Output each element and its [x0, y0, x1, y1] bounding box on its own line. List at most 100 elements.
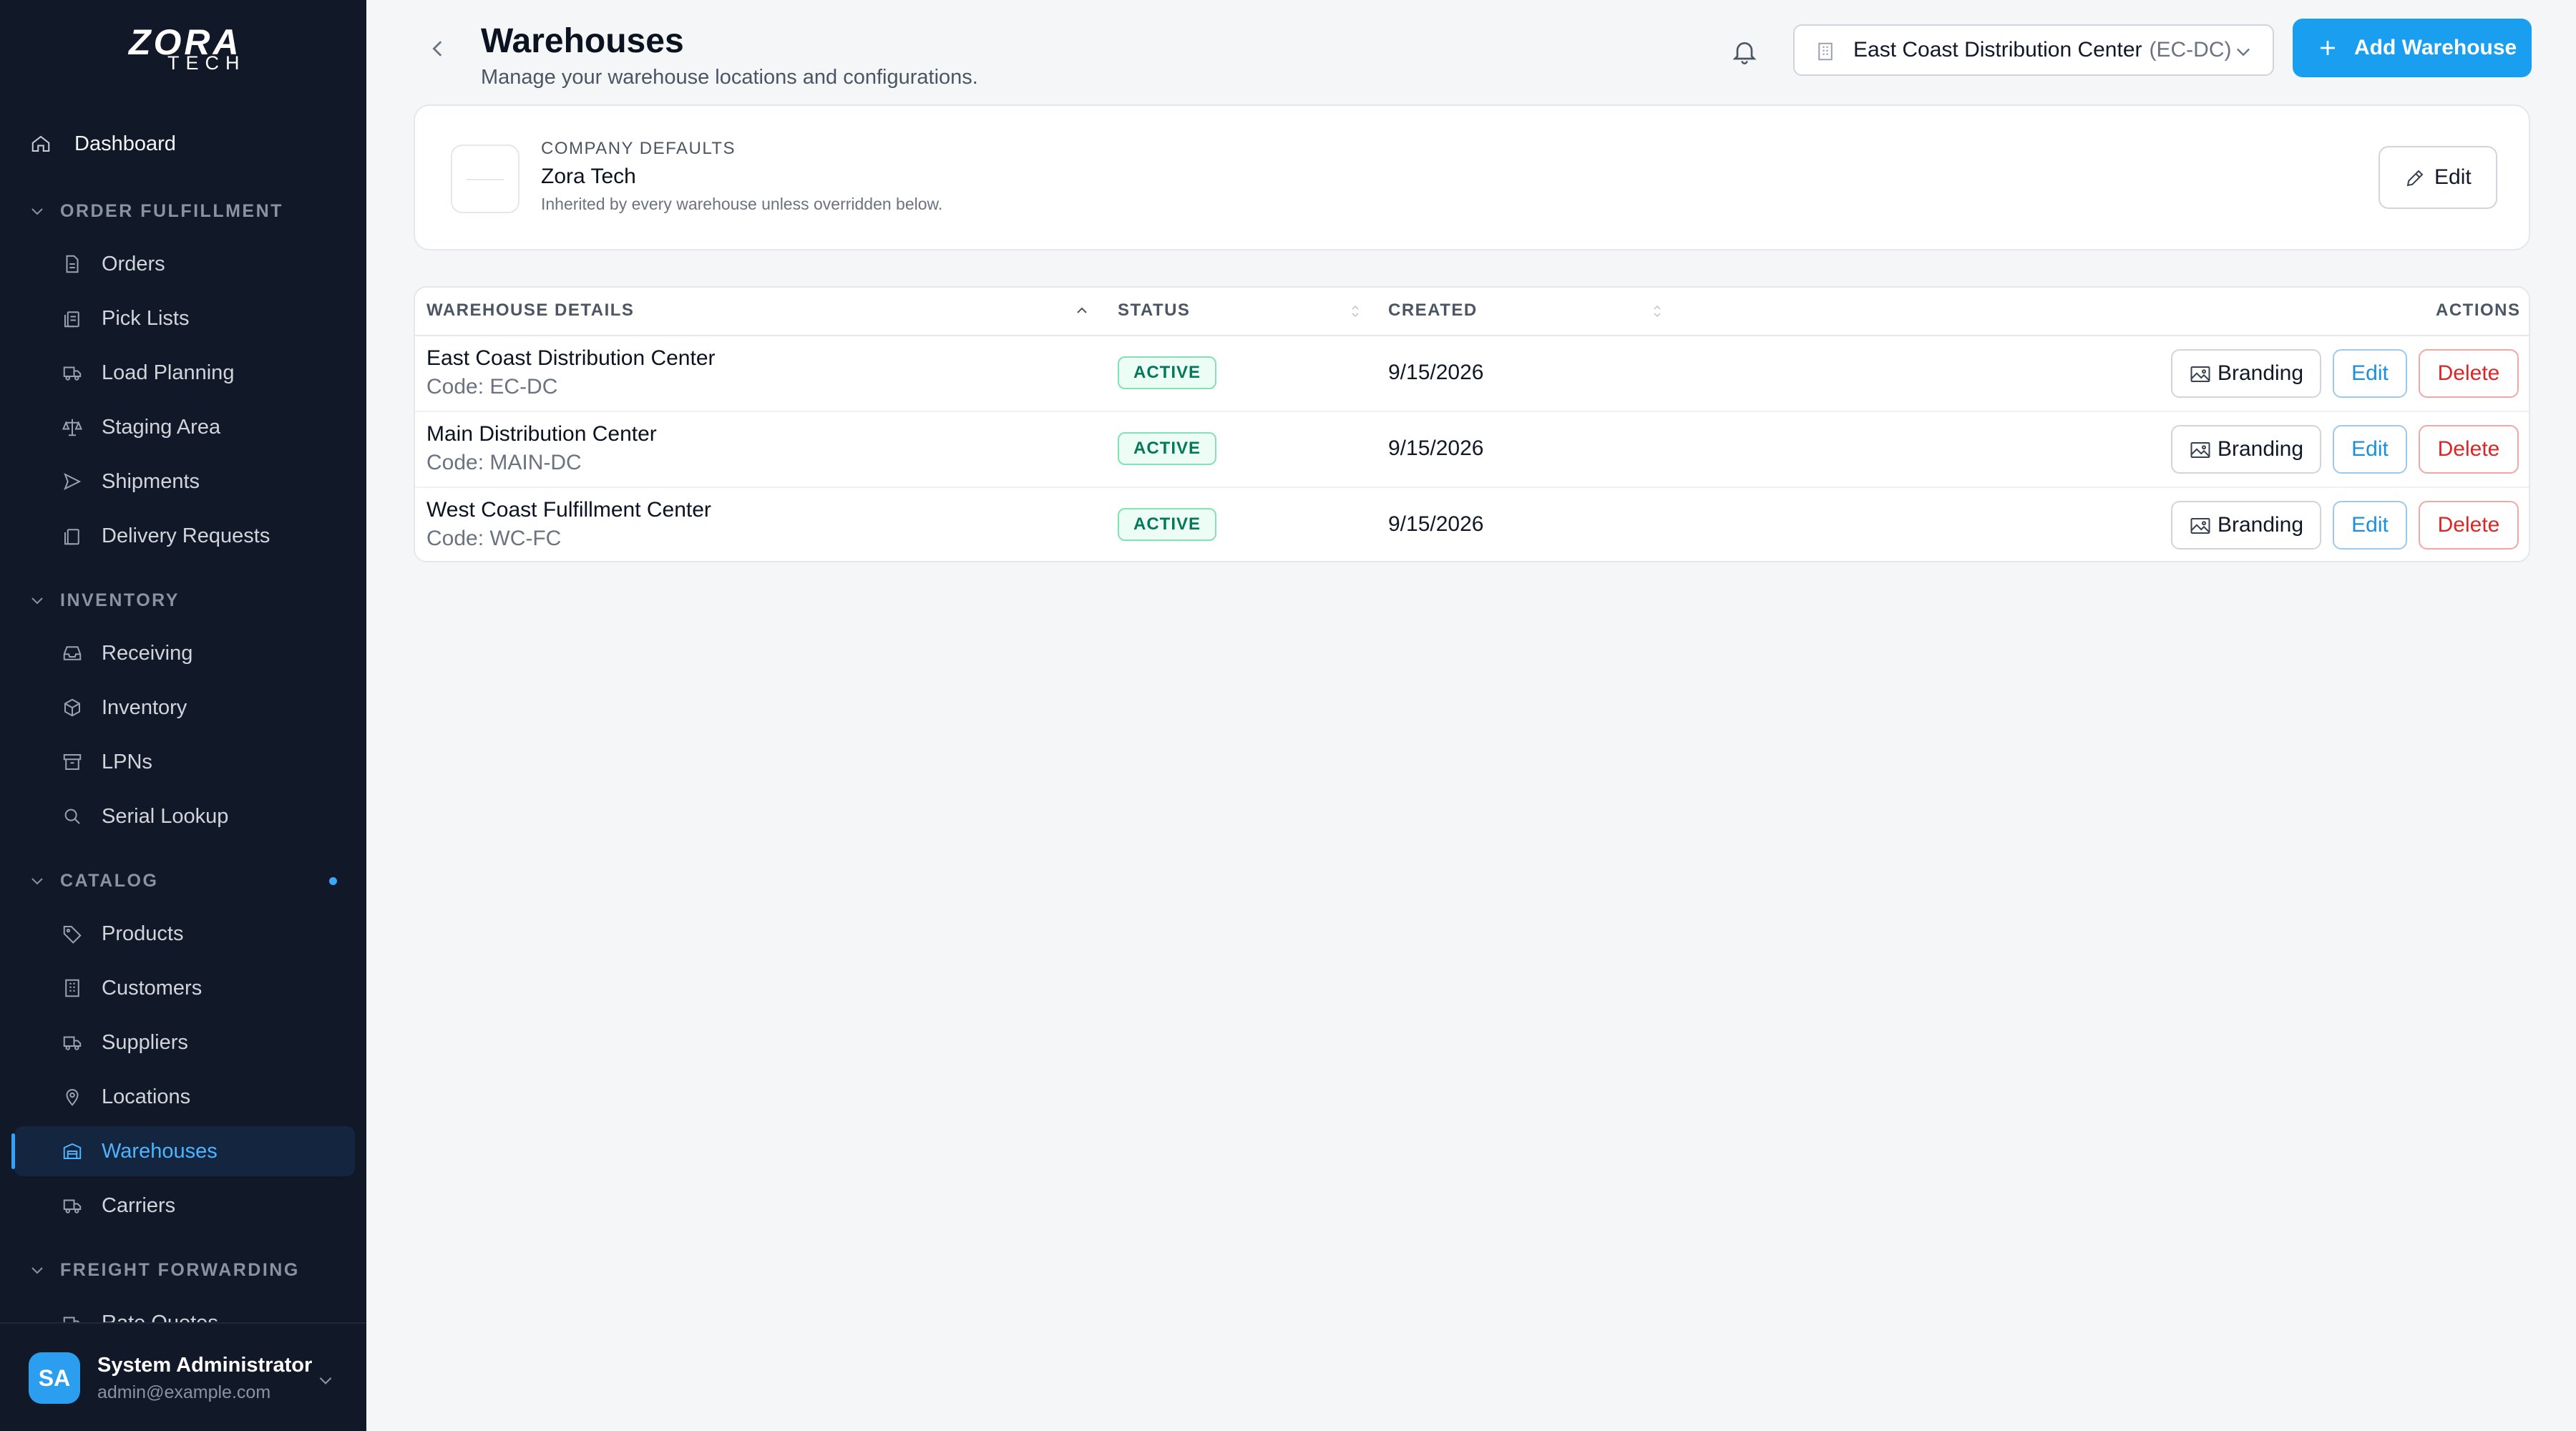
bell-icon[interactable]	[1730, 36, 1759, 67]
sidebar-item-label: Staging Area	[102, 415, 221, 439]
sidebar-item-products[interactable]: Products	[14, 909, 355, 959]
warehouse-name: East Coast Distribution Center	[426, 346, 716, 370]
edit-button[interactable]: Edit	[2333, 425, 2407, 474]
sidebar-item-label: Dashboard	[74, 132, 176, 155]
sidebar-item-label: Products	[102, 922, 184, 945]
sidebar-item-label: Delivery Requests	[102, 524, 270, 547]
company-defaults-note: Inherited by every warehouse unless over…	[541, 195, 943, 213]
section-title: ORDER FULFILLMENT	[60, 200, 283, 221]
sidebar-item-pick-lists[interactable]: Pick Lists	[14, 293, 355, 343]
warehouse-selector-name: East Coast Distribution Center	[1853, 38, 2142, 62]
inbox-icon	[63, 646, 82, 660]
pencil-icon	[2406, 170, 2424, 187]
warehouse-selector[interactable]: East Coast Distribution Center (EC-DC)	[1793, 24, 2274, 76]
user-email: admin@example.com	[97, 1382, 271, 1402]
table-row: West Coast Fulfillment Center Code: WC-F…	[415, 488, 2529, 561]
edit-company-defaults-button[interactable]: Edit	[2379, 146, 2497, 209]
brand-logo-line2: TECH	[167, 52, 246, 74]
sidebar-item-delivery-requests[interactable]: Delivery Requests	[14, 511, 355, 561]
section-order-fulfillment[interactable]: ORDER FULFILLMENT	[29, 197, 283, 225]
branding-button[interactable]: Branding	[2171, 425, 2321, 474]
sidebar-item-staging-area[interactable]: Staging Area	[14, 402, 355, 452]
sidebar-item-label: Warehouses	[102, 1139, 218, 1163]
created-date: 9/15/2026	[1388, 436, 1484, 460]
sidebar-item-carriers[interactable]: Carriers	[14, 1181, 355, 1231]
chevron-down-icon	[31, 878, 43, 885]
clipboard-icon	[64, 529, 79, 545]
clipboard-list-icon	[64, 311, 79, 328]
image-icon	[2190, 366, 2210, 382]
notification-dot	[329, 877, 337, 885]
edit-label: Edit	[2434, 165, 2472, 189]
sidebar-item-lpns[interactable]: LPNs	[14, 737, 355, 787]
company-logo-placeholder	[451, 145, 519, 213]
column-header-warehouse-details[interactable]: WAREHOUSE DETAILS	[426, 301, 634, 321]
building-icon	[1818, 42, 1833, 61]
sort-ascending-icon[interactable]	[1073, 301, 1091, 322]
branding-label: Branding	[2217, 513, 2304, 537]
sidebar-item-suppliers[interactable]: Suppliers	[14, 1017, 355, 1068]
delete-button[interactable]: Delete	[2419, 349, 2519, 398]
brand-logo[interactable]: ZORA TECH	[129, 24, 246, 74]
sidebar-item-load-planning[interactable]: Load Planning	[14, 348, 355, 398]
branding-label: Branding	[2217, 361, 2304, 385]
branding-button[interactable]: Branding	[2171, 349, 2321, 398]
table-row: East Coast Distribution Center Code: EC-…	[415, 336, 2529, 412]
branding-label: Branding	[2217, 437, 2304, 461]
image-icon	[2190, 442, 2210, 458]
page-subtitle: Manage your warehouse locations and conf…	[481, 66, 978, 89]
sidebar-item-label: Carriers	[102, 1193, 176, 1217]
branding-button[interactable]: Branding	[2171, 501, 2321, 550]
sidebar-item-shipments[interactable]: Shipments	[14, 456, 355, 507]
column-header-status[interactable]: STATUS	[1118, 301, 1190, 321]
company-defaults-label: COMPANY DEFAULTS	[541, 139, 736, 158]
chevron-down-icon[interactable]	[316, 1371, 335, 1390]
created-date: 9/15/2026	[1388, 512, 1484, 536]
section-catalog[interactable]: CATALOG	[29, 866, 158, 895]
status-badge: ACTIVE	[1118, 432, 1217, 465]
sidebar-item-inventory[interactable]: Inventory	[14, 683, 355, 733]
created-date: 9/15/2026	[1388, 361, 1484, 384]
sidebar-item-customers[interactable]: Customers	[14, 963, 355, 1013]
warehouse-code: Code: EC-DC	[426, 375, 558, 399]
edit-button[interactable]: Edit	[2333, 349, 2407, 398]
user-name: System Administrator	[97, 1354, 313, 1377]
section-freight-forwarding[interactable]: FREIGHT FORWARDING	[29, 1256, 300, 1284]
company-name: Zora Tech	[541, 165, 636, 188]
sidebar-item-locations[interactable]: Locations	[14, 1072, 355, 1122]
user-menu[interactable]: SA System Administrator admin@example.co…	[0, 1322, 366, 1431]
truck-icon	[63, 1199, 82, 1213]
truck-icon	[63, 1036, 82, 1050]
sidebar-item-label: Inventory	[102, 695, 187, 719]
sidebar-item-label: Orders	[102, 252, 165, 275]
send-icon	[64, 472, 82, 491]
sort-icon[interactable]	[1347, 301, 1364, 322]
document-icon	[66, 255, 79, 273]
column-header-created[interactable]: CREATED	[1388, 301, 1478, 321]
sidebar-item-serial-lookup[interactable]: Serial Lookup	[14, 791, 355, 841]
delete-button[interactable]: Delete	[2419, 501, 2519, 550]
warehouse-name: West Coast Fulfillment Center	[426, 498, 711, 522]
add-warehouse-button[interactable]: Add Warehouse	[2293, 19, 2532, 77]
sidebar: ZORA TECH Dashboard ORDER FULFILLMENT Or…	[0, 0, 366, 1431]
chevron-down-icon	[31, 208, 43, 215]
section-inventory[interactable]: INVENTORY	[29, 586, 180, 615]
edit-button[interactable]: Edit	[2333, 501, 2407, 550]
delete-button[interactable]: Delete	[2419, 425, 2519, 474]
sort-icon[interactable]	[1649, 301, 1666, 322]
sidebar-item-label: Customers	[102, 976, 203, 1000]
chevron-down-icon	[31, 1267, 43, 1274]
back-chevron-icon[interactable]	[428, 36, 448, 62]
sidebar-item-label: Locations	[102, 1085, 191, 1108]
table-row: Main Distribution Center Code: MAIN-DC A…	[415, 412, 2529, 488]
scale-icon	[62, 419, 83, 436]
warehouses-table: WAREHOUSE DETAILS STATUS CREATED ACTIONS…	[414, 286, 2530, 562]
map-pin-icon	[66, 1089, 79, 1106]
sidebar-item-dashboard[interactable]: Dashboard	[14, 119, 355, 169]
sidebar-item-orders[interactable]: Orders	[14, 239, 355, 289]
sidebar-item-label: LPNs	[102, 750, 152, 773]
warehouse-icon	[63, 1143, 82, 1159]
sidebar-item-warehouses[interactable]: Warehouses	[11, 1126, 355, 1176]
sidebar-item-receiving[interactable]: Receiving	[14, 628, 355, 678]
sidebar-item-label: Shipments	[102, 469, 200, 493]
